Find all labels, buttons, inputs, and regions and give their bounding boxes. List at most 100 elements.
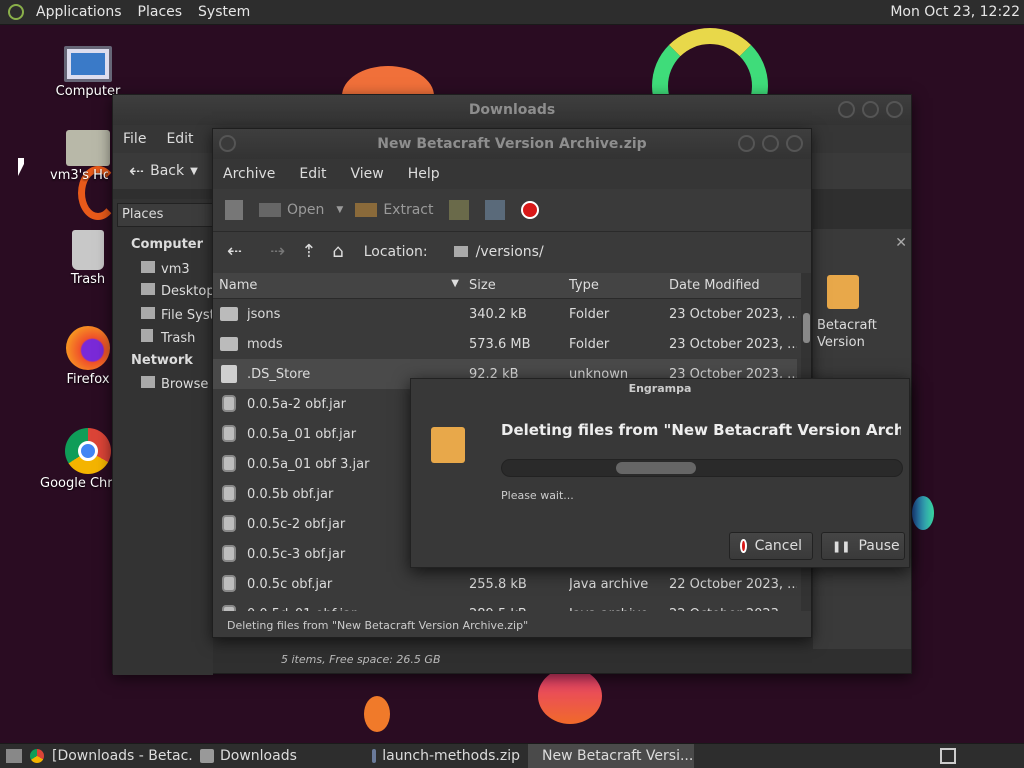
new-archive-button[interactable]: [217, 200, 251, 220]
close-icon[interactable]: ✕: [895, 235, 907, 251]
progress-pulse: [616, 462, 696, 474]
sidebar-computer-header: Computer: [131, 237, 204, 252]
caja-menu-edit[interactable]: Edit: [156, 131, 203, 147]
cancel-button[interactable]: Cancel: [729, 532, 813, 560]
wallpaper-teal-drop: [912, 496, 934, 530]
sidebar-item-browse-network[interactable]: Browse Network: [141, 376, 213, 392]
open-dropdown[interactable]: ▼: [332, 205, 347, 215]
places-menu[interactable]: Places: [130, 0, 191, 25]
add-folder-button[interactable]: [477, 200, 513, 220]
table-row[interactable]: 0.0.5c obf.jar 255.8 kB Java archive 22 Oct…: [213, 569, 797, 599]
task-launch-methods[interactable]: launch-methods.zip: [364, 744, 528, 768]
cell-size: 340.2 kB: [469, 306, 527, 322]
system-menu[interactable]: System: [190, 0, 258, 25]
caja-close-button[interactable]: [886, 101, 903, 118]
menu-view[interactable]: View: [337, 166, 394, 182]
up-icon[interactable]: ⇡: [293, 241, 324, 262]
column-type[interactable]: Type: [569, 278, 599, 293]
sidebar-item-desktop[interactable]: Desktop: [141, 283, 213, 299]
sidebar-network-header: Network: [131, 353, 193, 368]
sidebar-item-vm3[interactable]: vm3: [141, 261, 190, 277]
cell-type: Java archive: [569, 576, 649, 592]
progress-dialog: Engrampa Deleting files from "New Betacr…: [410, 378, 910, 568]
column-name[interactable]: Name ▼: [219, 278, 461, 293]
add-folder-icon: [485, 200, 506, 220]
show-desktop-icon[interactable]: [6, 749, 22, 763]
folder-icon: [220, 337, 238, 351]
caja-statusbar: 5 items, Free space: 26.5 GB: [281, 653, 441, 666]
back-icon[interactable]: ⇠: [219, 241, 250, 262]
caja-titlebar[interactable]: Downloads: [113, 95, 911, 125]
clock[interactable]: Mon Oct 23, 12:22: [890, 0, 1020, 25]
location-bar: ⇠ ⇢ ⇡ ⌂ Location: /versions/: [213, 231, 811, 271]
engrampa-toolbar: Open ▼ Extract: [213, 189, 811, 231]
jar-file-icon: [222, 395, 236, 412]
forward-icon[interactable]: ⇢: [262, 241, 293, 262]
dialog-title[interactable]: Engrampa: [411, 379, 909, 399]
desktop-icon-computer[interactable]: Computer: [40, 46, 136, 99]
mate-logo-icon[interactable]: [8, 4, 24, 20]
folder-icon: [200, 749, 214, 763]
computer-icon: [64, 46, 112, 82]
home-icon: [141, 261, 155, 273]
table-row[interactable]: mods 573.6 MB Folder 23 October 2023, ...: [213, 329, 797, 359]
scrollbar-thumb[interactable]: [803, 313, 810, 343]
folder-icon: [453, 246, 468, 257]
stop-button[interactable]: [513, 201, 547, 219]
cell-size: 255.8 kB: [469, 576, 527, 592]
jar-file-icon: [222, 455, 236, 472]
task-chrome-downloads[interactable]: [Downloads - Betac...: [44, 744, 192, 768]
table-row[interactable]: 0.0.5d_01 obf.jar 289.5 kB Java archive 22 …: [213, 599, 797, 611]
sidebar-item-trash[interactable]: Trash: [141, 329, 195, 346]
caja-minimize-button[interactable]: [838, 101, 855, 118]
sidebar-item-filesystem[interactable]: File System: [141, 307, 213, 323]
engrampa-minimize-button[interactable]: [738, 135, 755, 152]
open-button[interactable]: Open: [251, 202, 332, 218]
cell-date: 23 October 2023, ...: [669, 336, 797, 352]
folder-icon: [220, 307, 238, 321]
task-new-betacraft[interactable]: New Betacraft Versi...: [528, 743, 694, 768]
engrampa-close-button[interactable]: [786, 135, 803, 152]
jar-file-icon: [222, 605, 236, 611]
menu-archive[interactable]: Archive: [213, 166, 285, 182]
trash-icon: [72, 230, 104, 270]
progress-bar: [501, 459, 903, 477]
menu-help[interactable]: Help: [394, 166, 450, 182]
cell-type: Java archive: [569, 607, 665, 612]
caja-menu-file[interactable]: File: [113, 131, 156, 147]
extract-button[interactable]: Extract: [347, 202, 441, 218]
file-list-header: Name ▼ Size Type Date Modified: [213, 273, 801, 299]
cell-type: Folder: [569, 336, 610, 352]
chevron-down-icon: ▼: [190, 165, 198, 177]
places-dropdown[interactable]: Places: [117, 203, 213, 227]
caja-sidebar: Places Computer vm3 Desktop File System …: [113, 199, 213, 675]
column-date[interactable]: Date Modified: [669, 278, 760, 293]
zip-file-item[interactable]: Betacraft Version Archive.zip: [813, 275, 911, 351]
engrampa-maximize-button[interactable]: [762, 135, 779, 152]
caja-maximize-button[interactable]: [862, 101, 879, 118]
menu-edit[interactable]: Edit: [285, 166, 336, 182]
cell-type: Folder: [569, 306, 610, 322]
engrampa-menu-button[interactable]: [219, 135, 236, 152]
chrome-launcher-icon[interactable]: [30, 749, 44, 763]
add-files-button[interactable]: [441, 200, 477, 220]
engrampa-statusbar: Deleting files from "New Betacraft Versi…: [227, 619, 529, 632]
engrampa-titlebar[interactable]: New Betacraft Version Archive.zip: [213, 129, 811, 159]
jar-file-icon: [222, 425, 236, 442]
workspace-switcher-icon[interactable]: [940, 748, 956, 764]
caja-back-button[interactable]: ⇠ Back ▼: [121, 161, 206, 182]
column-size[interactable]: Size: [469, 278, 496, 293]
applications-menu[interactable]: Applications: [28, 0, 130, 25]
extract-icon: [355, 203, 378, 217]
cell-date: 22 October 2023, ...: [669, 576, 797, 592]
chevron-down-icon: ▼: [336, 205, 344, 215]
task-downloads[interactable]: Downloads: [192, 744, 364, 768]
location-field[interactable]: /versions/: [445, 237, 776, 266]
home-icon[interactable]: ⌂: [324, 241, 351, 262]
chrome-icon: [65, 428, 111, 474]
taskbar: [Downloads - Betac... Downloads launch-m…: [0, 743, 1024, 768]
cell-size: 289.5 kB: [469, 607, 565, 612]
stop-icon: [740, 539, 747, 553]
pause-button[interactable]: ❚❚ Pause: [821, 532, 905, 560]
table-row[interactable]: jsons 340.2 kB Folder 23 October 2023, ...: [213, 299, 797, 329]
